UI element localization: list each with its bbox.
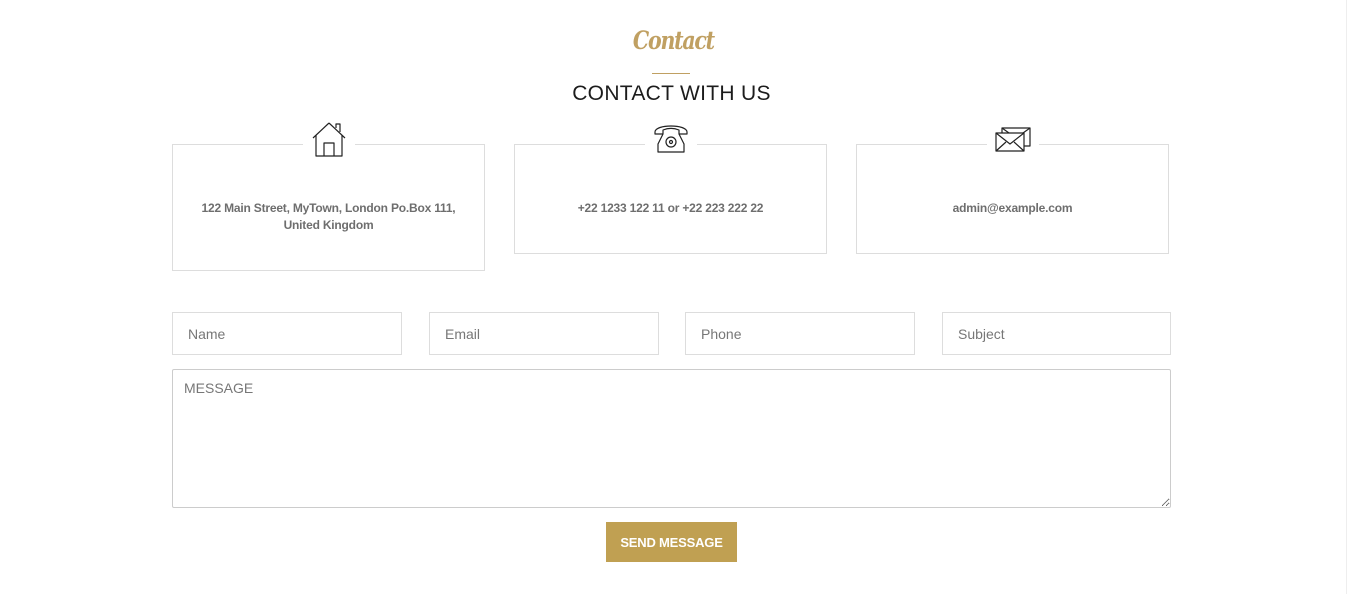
email-text: admin@example.com	[952, 201, 1073, 215]
address-text: 122 Main Street, MyTown, London Po.Box 1…	[201, 201, 456, 232]
subject-input[interactable]	[942, 312, 1171, 355]
send-message-button[interactable]: SEND MESSAGE	[606, 522, 737, 562]
email-input[interactable]	[429, 312, 659, 355]
message-textarea[interactable]	[172, 369, 1171, 508]
phone-card: +22 1233 122 11 or +22 223 222 22	[514, 121, 827, 254]
name-input[interactable]	[172, 312, 402, 355]
house-icon	[302, 121, 355, 161]
envelope-icon	[986, 121, 1039, 161]
phone-text: +22 1233 122 11 or +22 223 222 22	[577, 201, 764, 215]
phone-input[interactable]	[685, 312, 915, 355]
title-divider	[652, 73, 690, 74]
email-card: admin@example.com	[856, 121, 1169, 254]
section-script-title: Contact	[632, 26, 715, 55]
section-heading: CONTACT WITH US	[572, 82, 771, 105]
address-card: 122 Main Street, MyTown, London Po.Box 1…	[172, 121, 485, 271]
telephone-icon	[644, 121, 697, 161]
